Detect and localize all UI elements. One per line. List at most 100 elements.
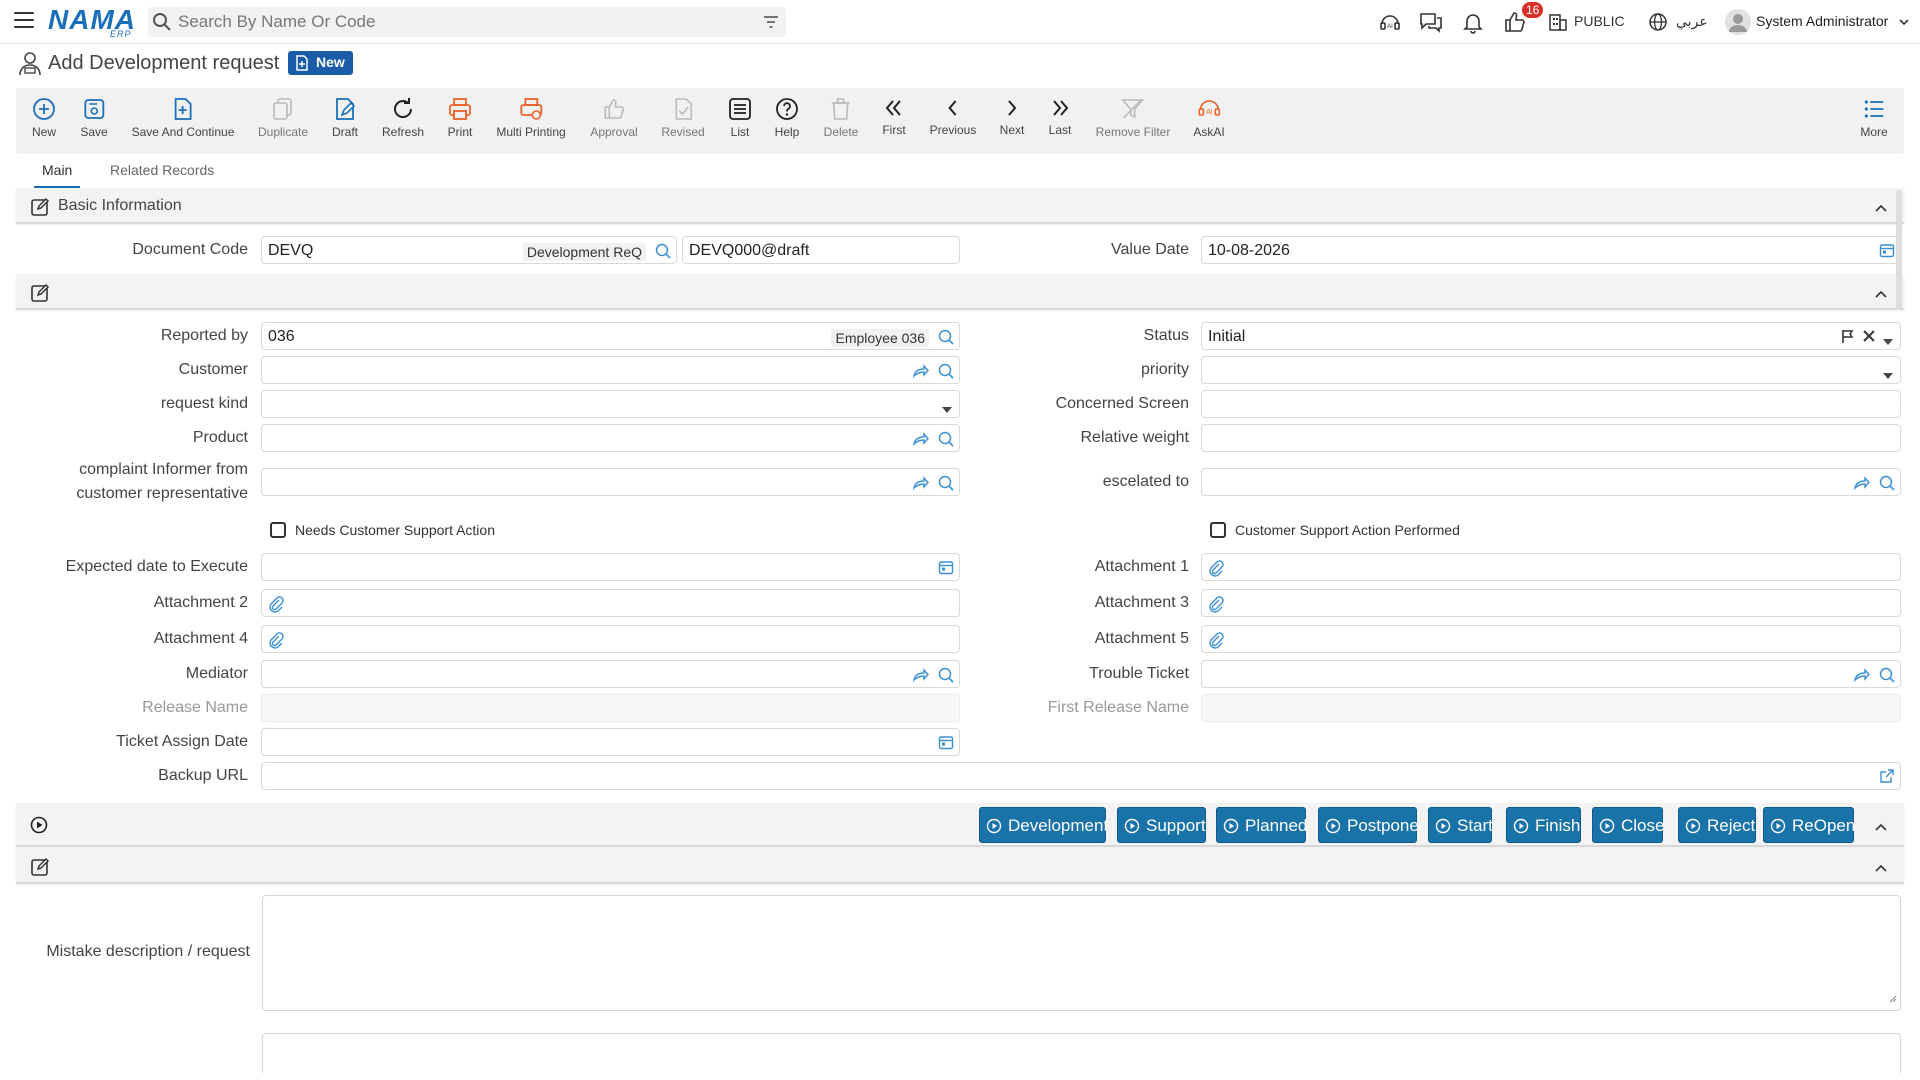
relative-weight-field[interactable] — [1201, 424, 1901, 452]
collapse-icon[interactable] — [1874, 200, 1888, 218]
backup-url-field[interactable] — [261, 762, 1901, 790]
escalated-to-field[interactable] — [1201, 468, 1901, 496]
workflow-button-development[interactable]: Development — [979, 807, 1108, 843]
search-input[interactable] — [178, 11, 738, 33]
request-kind-select[interactable] — [261, 390, 960, 418]
priority-select[interactable] — [1201, 356, 1901, 384]
workflow-button-planned[interactable]: Planned — [1216, 807, 1307, 843]
bell-icon[interactable] — [1461, 10, 1485, 34]
remove-filter-button[interactable]: Remove Filter — [1096, 96, 1170, 139]
workflow-button-close[interactable]: Close — [1592, 807, 1664, 843]
filter-icon[interactable] — [762, 13, 780, 36]
status-select[interactable]: Initial — [1201, 322, 1901, 350]
complaint-informer-field[interactable] — [261, 468, 960, 496]
ai-support-icon[interactable]: AI — [1378, 10, 1402, 34]
calendar-icon[interactable] — [1879, 242, 1895, 263]
new-button[interactable]: New — [31, 96, 57, 139]
lookup-icon[interactable] — [937, 474, 955, 497]
customer-field[interactable] — [261, 356, 960, 384]
expected-date-field[interactable] — [261, 553, 960, 581]
attachment-5-field[interactable] — [1201, 625, 1901, 653]
ticket-assign-date-field[interactable] — [261, 728, 960, 756]
approval-button[interactable]: Approval — [590, 96, 638, 139]
value-date-field[interactable]: 10-08-2026 — [1201, 236, 1901, 264]
concerned-screen-field[interactable] — [1201, 390, 1901, 418]
previous-button[interactable]: Previous — [930, 96, 976, 137]
more-button[interactable]: More — [1860, 96, 1888, 139]
attachment-1-field[interactable] — [1201, 553, 1901, 581]
clear-icon[interactable] — [1862, 328, 1876, 349]
paperclip-icon[interactable] — [1208, 559, 1224, 582]
share-icon[interactable] — [1852, 666, 1870, 689]
description-textarea[interactable] — [262, 895, 1901, 1011]
product-field[interactable] — [261, 424, 960, 452]
chevron-down-icon[interactable] — [941, 401, 953, 419]
workflow-button-finish[interactable]: Finish — [1506, 807, 1581, 843]
chevron-down-icon[interactable] — [1882, 367, 1894, 385]
share-icon[interactable] — [911, 430, 929, 453]
help-button[interactable]: Help — [774, 96, 800, 139]
duplicate-button[interactable]: Duplicate — [258, 96, 308, 139]
tab-related-records[interactable]: Related Records — [110, 162, 214, 178]
scrollbar[interactable] — [1896, 190, 1902, 310]
user-name[interactable]: System Administrator — [1756, 13, 1888, 29]
lookup-icon[interactable] — [937, 666, 955, 689]
first-button[interactable]: First — [881, 96, 907, 137]
attachment-2-field[interactable] — [261, 589, 960, 617]
workflow-button-postpone[interactable]: Postpone — [1318, 807, 1419, 843]
lookup-icon[interactable] — [1878, 474, 1896, 497]
print-button[interactable]: Print — [447, 96, 473, 139]
paperclip-icon[interactable] — [268, 595, 284, 618]
globe-icon[interactable] — [1648, 12, 1668, 37]
chevron-down-icon[interactable] — [1882, 333, 1894, 351]
collapse-icon[interactable] — [1874, 286, 1888, 304]
menu-icon[interactable] — [14, 12, 34, 28]
app-logo[interactable]: NAMA ERP — [48, 4, 136, 39]
askai-button[interactable]: AI AskAI — [1193, 96, 1225, 139]
flag-icon[interactable] — [1840, 328, 1856, 349]
chat-icon[interactable] — [1418, 10, 1442, 34]
calendar-icon[interactable] — [938, 734, 954, 755]
save-continue-button[interactable]: Save And Continue — [132, 96, 234, 139]
mediator-field[interactable] — [261, 660, 960, 688]
collapse-icon[interactable] — [1874, 819, 1888, 837]
external-link-icon[interactable] — [1879, 768, 1895, 789]
refresh-button[interactable]: Refresh — [382, 96, 424, 139]
draft-button[interactable]: Draft — [332, 96, 358, 139]
lookup-icon[interactable] — [937, 430, 955, 453]
list-button[interactable]: List — [727, 96, 753, 139]
revised-button[interactable]: Revised — [661, 96, 705, 139]
avatar[interactable] — [1724, 8, 1752, 41]
document-code-field[interactable]: DEVQ Development ReQ — [261, 236, 677, 264]
chevron-down-icon[interactable] — [1898, 15, 1910, 33]
branch-selector[interactable]: PUBLIC — [1574, 13, 1625, 29]
share-icon[interactable] — [911, 474, 929, 497]
trouble-ticket-field[interactable] — [1201, 660, 1901, 688]
last-button[interactable]: Last — [1047, 96, 1073, 137]
tab-main[interactable]: Main — [33, 162, 81, 188]
share-icon[interactable] — [1852, 474, 1870, 497]
share-icon[interactable] — [911, 362, 929, 385]
calendar-icon[interactable] — [938, 559, 954, 580]
multi-printing-button[interactable]: Multi Printing — [496, 96, 566, 139]
basic-information-header[interactable]: Basic Information — [16, 188, 1904, 224]
collapse-icon[interactable] — [1874, 860, 1888, 878]
workflow-button-reopen[interactable]: ReOpen — [1763, 807, 1855, 843]
document-number-field[interactable]: DEVQ000@draft — [682, 236, 960, 264]
secondary-textarea[interactable] — [262, 1033, 1901, 1073]
attachment-4-field[interactable] — [261, 625, 960, 653]
language-switch[interactable]: عربي — [1676, 13, 1708, 30]
description-section-header[interactable] — [16, 848, 1904, 884]
reported-by-field[interactable]: 036 Employee 036 — [261, 322, 960, 350]
paperclip-icon[interactable] — [1208, 595, 1224, 618]
share-icon[interactable] — [911, 666, 929, 689]
attachment-3-field[interactable] — [1201, 589, 1901, 617]
lookup-icon[interactable] — [654, 242, 672, 265]
paperclip-icon[interactable] — [268, 631, 284, 654]
delete-button[interactable]: Delete — [824, 96, 858, 139]
support-performed-checkbox[interactable] — [1210, 522, 1226, 538]
save-button[interactable]: Save — [80, 96, 108, 139]
workflow-button-start[interactable]: Start — [1428, 807, 1493, 843]
workflow-button-reject[interactable]: Reject — [1678, 807, 1756, 843]
paperclip-icon[interactable] — [1208, 631, 1224, 654]
